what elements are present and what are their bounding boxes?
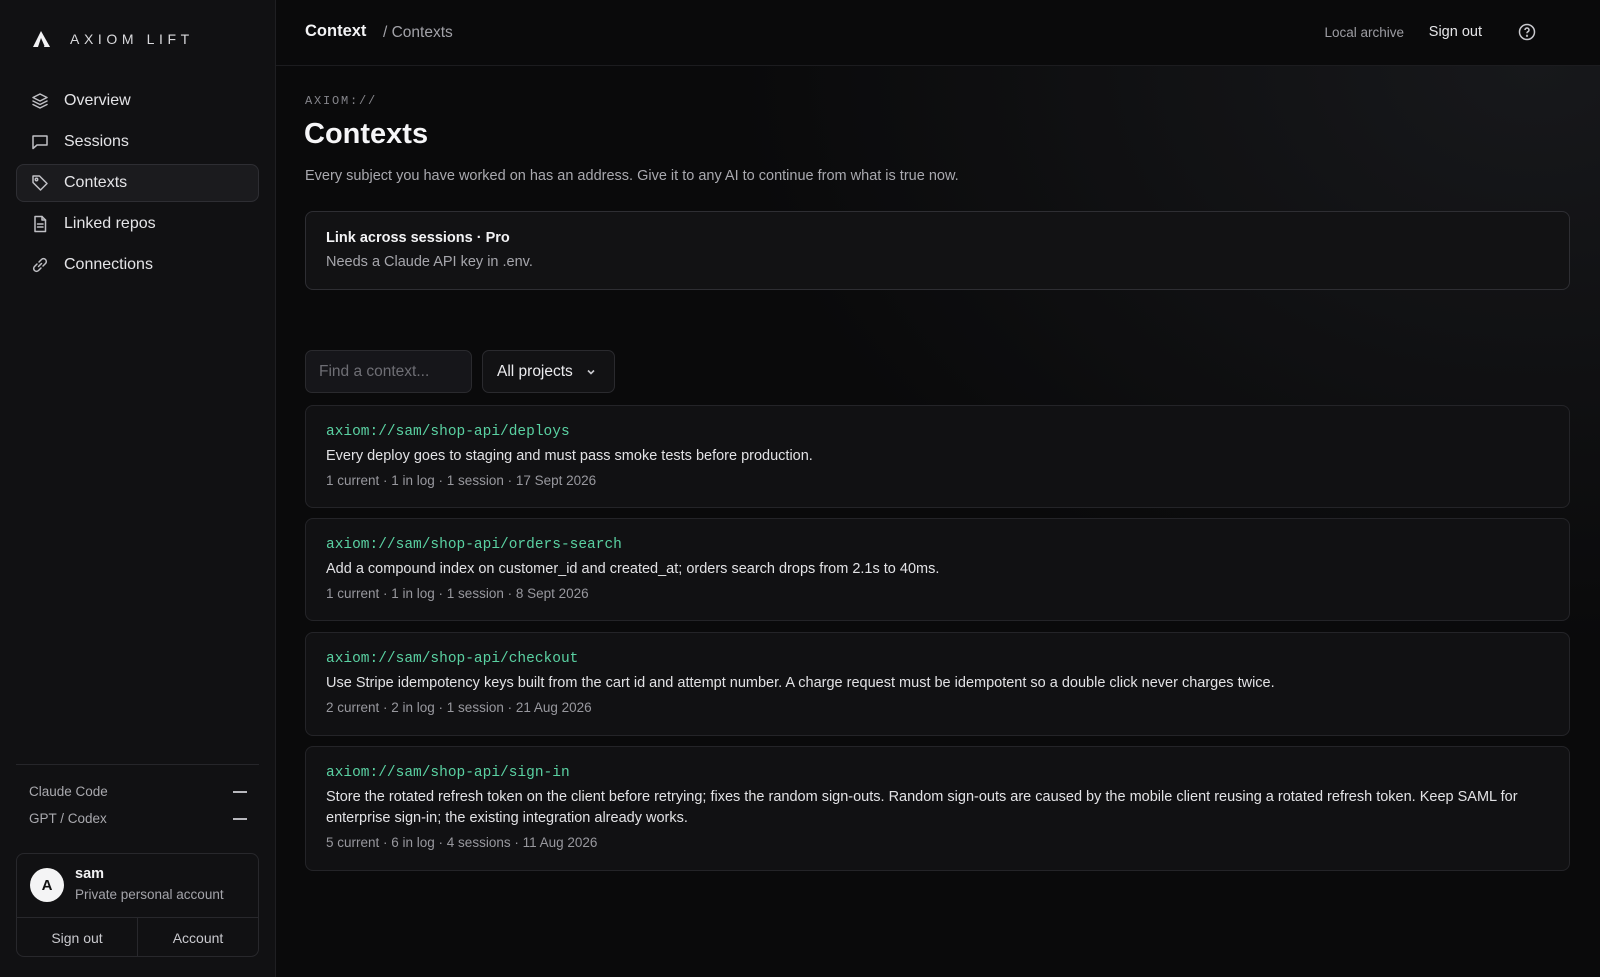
tag-icon xyxy=(32,175,48,191)
sidebar-divider xyxy=(16,764,259,765)
context-address[interactable]: axiom://sam/shop-api/orders-search xyxy=(326,535,1549,555)
agent-status-dash xyxy=(233,817,247,820)
agent-status-dash xyxy=(233,790,247,793)
notice-body: Needs a Claude API key in .env. xyxy=(326,254,533,270)
chevron-down-icon xyxy=(587,369,595,375)
context-meta: 2 current · 2 in log · 1 session · 21 Au… xyxy=(326,700,592,715)
link-icon xyxy=(32,257,48,273)
account-summary: A sam Private personal account xyxy=(17,854,258,917)
help-button[interactable] xyxy=(1518,23,1536,41)
account-card: A sam Private personal account Sign out … xyxy=(16,853,259,957)
sidebar-item-label: Sessions xyxy=(64,133,129,150)
sidebar-item-overview[interactable]: Overview xyxy=(16,82,259,120)
layers-icon xyxy=(32,93,48,109)
context-address[interactable]: axiom://sam/shop-api/checkout xyxy=(326,649,1549,669)
context-summary: Every deploy goes to staging and must pa… xyxy=(326,448,813,464)
main-content: AXIOM:// Contexts Every subject you have… xyxy=(276,66,1600,977)
account-button[interactable]: Account xyxy=(137,918,258,956)
sidebar-item-connections[interactable]: Connections xyxy=(16,246,259,284)
brand-name: AXIOM LIFT xyxy=(70,31,194,47)
avatar: A xyxy=(30,868,64,902)
document-icon xyxy=(34,215,47,233)
breadcrumb-contexts: / Contexts xyxy=(383,24,453,41)
project-filter-select[interactable]: All projects xyxy=(482,350,615,393)
context-address[interactable]: axiom://sam/shop-api/sign-in xyxy=(326,763,1549,783)
topbar: Context / Contexts Local archive Sign ou… xyxy=(276,0,1600,66)
agent-label: GPT / Codex xyxy=(29,811,107,826)
sidebar: AXIOM LIFT Overview Sessions Contexts Li… xyxy=(0,0,276,977)
topbar-sign-out-button[interactable]: Sign out xyxy=(1429,24,1482,40)
context-summary: Use Stripe idempotency keys built from t… xyxy=(326,675,1275,691)
context-meta: 1 current · 1 in log · 1 session · 8 Sep… xyxy=(326,586,589,601)
account-name: sam xyxy=(75,866,105,882)
pro-notice: Link across sessions · Pro Needs a Claud… xyxy=(305,211,1570,290)
sidebar-item-contexts[interactable]: Contexts xyxy=(16,164,259,202)
context-card[interactable]: axiom://sam/shop-api/checkout Use Stripe… xyxy=(305,632,1570,736)
context-meta: 5 current · 6 in log · 4 sessions · 11 A… xyxy=(326,835,598,850)
context-address[interactable]: axiom://sam/shop-api/deploys xyxy=(326,422,1549,442)
brand[interactable]: AXIOM LIFT xyxy=(32,30,194,48)
context-search-input[interactable] xyxy=(305,350,472,393)
local-archive-label: Local archive xyxy=(1324,25,1404,40)
agent-status-claude-code: Claude Code xyxy=(29,784,247,799)
project-filter-value: All projects xyxy=(497,362,573,380)
notice-title: Link across sessions · Pro xyxy=(326,230,510,246)
context-summary: Store the rotated refresh token on the c… xyxy=(326,789,1518,826)
page-eyebrow: AXIOM:// xyxy=(305,94,378,108)
sidebar-item-label: Contexts xyxy=(64,174,128,191)
sidebar-nav: Overview Sessions Contexts Linked repos … xyxy=(16,82,259,287)
context-card[interactable]: axiom://sam/shop-api/sign-in Store the r… xyxy=(305,746,1570,871)
logo-icon xyxy=(33,31,50,47)
context-meta: 1 current · 1 in log · 1 session · 17 Se… xyxy=(326,473,597,488)
sidebar-item-label: Connections xyxy=(64,256,153,273)
context-card[interactable]: axiom://sam/shop-api/orders-search Add a… xyxy=(305,518,1570,621)
account-actions: Sign out Account xyxy=(17,917,258,956)
breadcrumb-context[interactable]: Context xyxy=(305,22,366,41)
agent-label: Claude Code xyxy=(29,784,108,799)
chat-icon xyxy=(32,135,48,150)
account-subtitle: Private personal account xyxy=(75,887,224,902)
context-summary: Add a compound index on customer_id and … xyxy=(326,561,940,577)
context-card[interactable]: axiom://sam/shop-api/deploys Every deplo… xyxy=(305,405,1570,508)
sidebar-item-sessions[interactable]: Sessions xyxy=(16,123,259,161)
page-title: Contexts xyxy=(304,118,429,150)
sidebar-item-label: Linked repos xyxy=(64,215,156,232)
sidebar-sign-out-button[interactable]: Sign out xyxy=(17,918,137,956)
agent-status-gpt-codex: GPT / Codex xyxy=(29,811,247,826)
sidebar-item-linked-repos[interactable]: Linked repos xyxy=(16,205,259,243)
help-circle-icon xyxy=(1518,23,1536,41)
page-description: Every subject you have worked on has an … xyxy=(305,168,959,184)
sidebar-item-label: Overview xyxy=(64,92,131,109)
